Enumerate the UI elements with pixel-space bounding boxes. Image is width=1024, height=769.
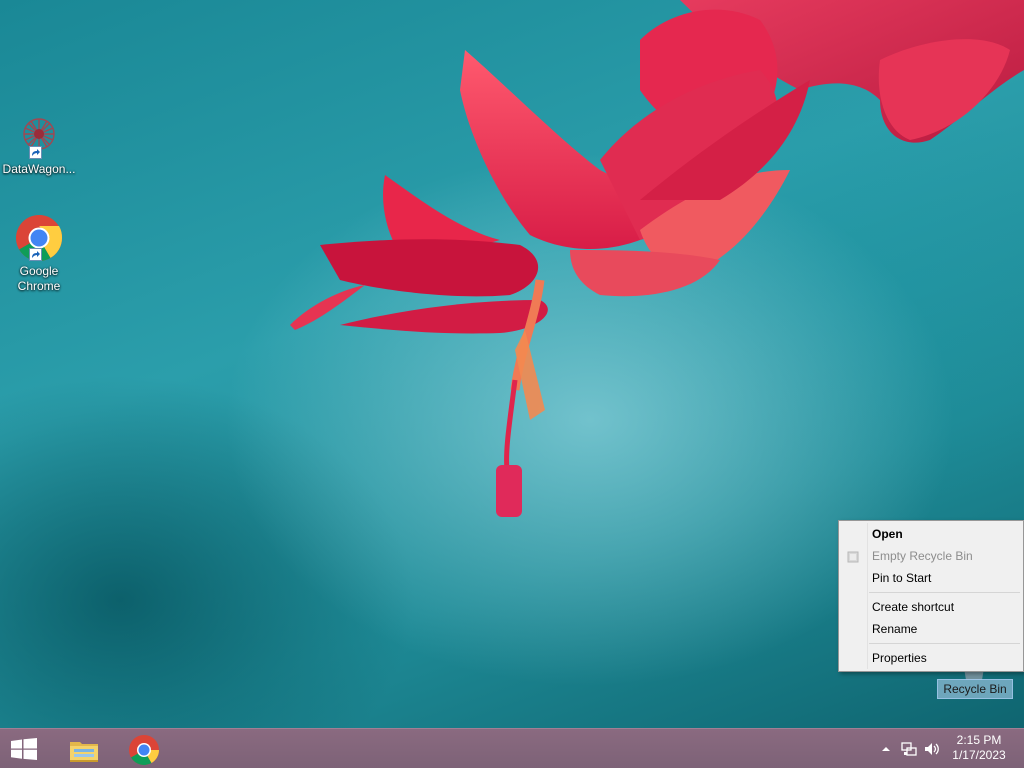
clock-time: 2:15 PM [956, 733, 1002, 747]
menu-item-pin-to-start[interactable]: Pin to Start [841, 567, 1021, 589]
desktop-icon-label: Google Chrome [17, 264, 61, 293]
datawagon-app-icon [15, 112, 63, 160]
desktop-icon-google-chrome[interactable]: Google Chrome [0, 214, 78, 294]
menu-item-label: Create shortcut [872, 600, 955, 614]
taskbar: 2:15 PM 1/17/2023 [0, 728, 1024, 768]
start-button[interactable] [0, 729, 48, 769]
taskbar-clock[interactable]: 2:15 PM 1/17/2023 [944, 733, 1014, 763]
menu-item-label: Pin to Start [872, 571, 932, 585]
menu-item-label: Open [872, 527, 903, 541]
file-explorer-icon [70, 742, 98, 762]
system-tray: 2:15 PM 1/17/2023 [864, 729, 1024, 769]
desktop[interactable]: DataWagon... Google Chrome Recycle Bin O… [0, 0, 1024, 728]
recycle-bin-label: Recycle Bin [937, 679, 1013, 699]
menu-item-create-shortcut[interactable]: Create shortcut [841, 596, 1021, 618]
menu-item-label: Empty Recycle Bin [872, 549, 973, 563]
menu-item-open[interactable]: Open [841, 523, 1021, 545]
chevron-up-icon[interactable] [878, 741, 894, 757]
chrome-icon [15, 214, 63, 262]
taskbar-file-explorer-button[interactable] [56, 729, 112, 769]
menu-item-empty-recycle-bin[interactable]: Empty Recycle Bin [841, 545, 1021, 567]
taskbar-chrome-button[interactable] [116, 729, 172, 769]
empty-recycle-bin-icon [846, 549, 860, 563]
shortcut-arrow-icon [29, 146, 42, 159]
shortcut-arrow-icon [29, 248, 42, 261]
menu-item-rename[interactable]: Rename [841, 618, 1021, 640]
desktop-icon-datawagon[interactable]: DataWagon... [0, 112, 78, 177]
desktop-icon-label: DataWagon... [2, 162, 76, 176]
clock-date: 1/17/2023 [952, 748, 1006, 762]
network-icon[interactable] [901, 741, 917, 757]
menu-item-label: Rename [872, 622, 918, 636]
windows-logo-icon [11, 738, 37, 760]
chrome-icon [129, 735, 159, 766]
menu-separator [869, 643, 1020, 644]
menu-item-label: Properties [872, 651, 927, 665]
menu-separator [869, 592, 1020, 593]
context-menu: Open Empty Recycle Bin Pin to Start Crea… [838, 520, 1024, 672]
volume-icon[interactable] [924, 741, 940, 757]
menu-item-properties[interactable]: Properties [841, 647, 1021, 669]
